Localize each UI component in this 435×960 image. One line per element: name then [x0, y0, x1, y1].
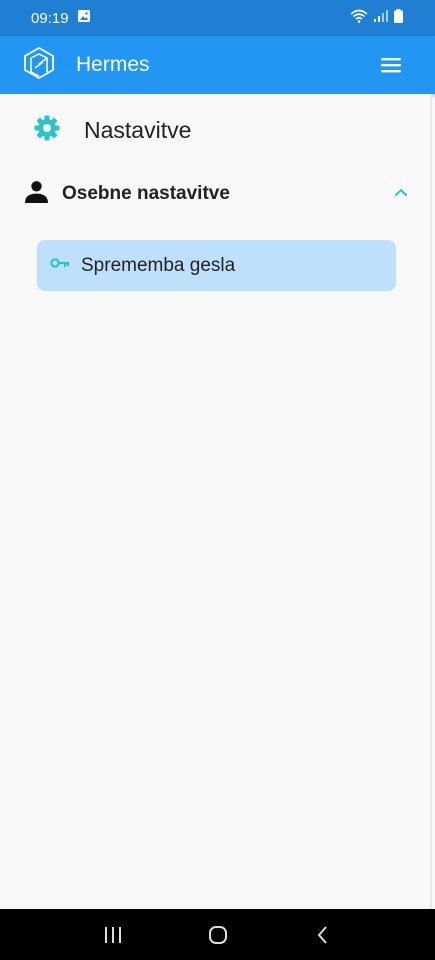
- person-icon: [24, 179, 49, 209]
- menu-icon: [381, 58, 401, 73]
- back-icon: [317, 925, 327, 944]
- app-bar: Hermes: [0, 36, 435, 94]
- recent-apps-icon: [104, 926, 121, 943]
- main-content: Nastavitve Osebne nastavitve Sprememba g…: [0, 94, 432, 909]
- status-time: 09:19: [31, 9, 69, 27]
- battery-icon: [394, 8, 403, 28]
- chevron-up-icon[interactable]: [392, 183, 414, 206]
- hermes-logo-icon[interactable]: [22, 46, 56, 85]
- key-icon: [50, 256, 70, 275]
- recent-apps-button[interactable]: [93, 915, 133, 955]
- page-header: Nastavitve: [33, 114, 191, 147]
- android-navigation-bar: [0, 909, 435, 960]
- hamburger-menu-button[interactable]: [380, 54, 402, 76]
- home-icon: [208, 925, 227, 944]
- status-bar: 09:19: [0, 0, 435, 36]
- app-title: Hermes: [76, 53, 150, 76]
- page-title: Nastavitve: [84, 117, 192, 143]
- gallery-notification-icon: [77, 9, 91, 27]
- gear-icon: [33, 114, 61, 147]
- home-button[interactable]: [198, 915, 238, 955]
- signal-icon: [374, 9, 388, 27]
- change-password-item[interactable]: Sprememba gesla: [37, 240, 396, 291]
- personal-settings-section-header[interactable]: Osebne nastavitve: [24, 178, 414, 210]
- menu-item-label: Sprememba gesla: [81, 254, 236, 276]
- wifi-icon: [350, 9, 368, 28]
- back-button[interactable]: [303, 915, 343, 955]
- section-title: Osebne nastavitve: [62, 183, 230, 204]
